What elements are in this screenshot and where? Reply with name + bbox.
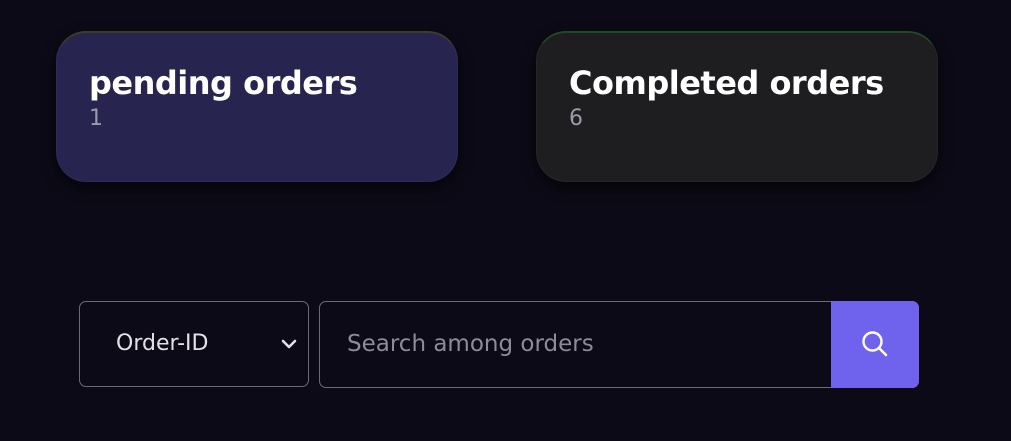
pending-orders-title: pending orders <box>89 64 358 102</box>
search-field <box>319 301 919 388</box>
completed-orders-card: Completed orders 6 <box>536 31 938 182</box>
pending-orders-count: 1 <box>89 106 103 131</box>
pending-orders-card: pending orders 1 <box>56 31 458 182</box>
completed-orders-title: Completed orders <box>569 64 884 102</box>
search-button[interactable] <box>831 301 919 388</box>
search-icon <box>862 331 888 357</box>
search-input[interactable] <box>320 302 830 386</box>
chevron-down-icon <box>281 339 297 349</box>
completed-orders-count: 6 <box>569 106 583 131</box>
search-filter-selected-value: Order-ID <box>116 331 209 356</box>
search-filter-select[interactable]: Order-ID <box>79 301 309 387</box>
